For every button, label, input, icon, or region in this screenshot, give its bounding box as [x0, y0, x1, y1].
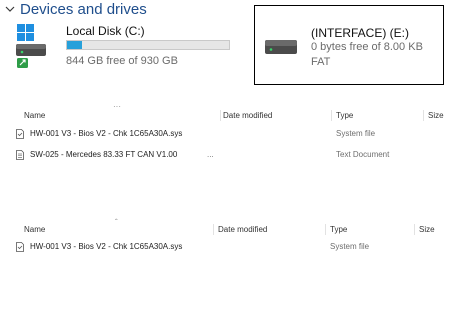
- column-header-name[interactable]: Name: [24, 111, 45, 120]
- file-name: HW-001 V3 - Bios V2 - Chk 1C65A30A.sys: [30, 242, 183, 251]
- file-name: HW-001 V3 - Bios V2 - Chk 1C65A30A.sys: [30, 129, 183, 138]
- drive-icon: [265, 40, 297, 54]
- drive-e-name: (INTERFACE) (E:): [311, 26, 409, 40]
- devices-and-drives-header[interactable]: Devices and drives: [4, 0, 147, 18]
- table-row[interactable]: HW-001 V3 - Bios V2 - Chk 1C65A30A.sys S…: [16, 241, 446, 253]
- chevron-down-icon: [5, 6, 15, 12]
- column-header-size[interactable]: Size: [419, 225, 435, 234]
- column-header-type[interactable]: Type: [336, 111, 353, 120]
- table-row[interactable]: HW-001 V3 - Bios V2 - Chk 1C65A30A.sys S…: [16, 128, 446, 140]
- drive-tile-c[interactable]: Local Disk (C:) 844 GB free of 930 GB: [16, 24, 246, 74]
- column-divider[interactable]: [220, 110, 221, 121]
- drive-c-usage-fill: [67, 41, 82, 49]
- column-header-type[interactable]: Type: [330, 225, 347, 234]
- sort-indicator: ···: [113, 102, 121, 111]
- drive-e-filesystem: FAT: [311, 56, 331, 68]
- column-divider[interactable]: [325, 224, 326, 235]
- column-header-size[interactable]: Size: [428, 111, 444, 120]
- drive-c-free-space: 844 GB free of 930 GB: [66, 55, 178, 67]
- windows-drive-icon: [16, 24, 46, 68]
- file-date-modified: ...: [207, 150, 214, 159]
- column-divider[interactable]: [213, 224, 214, 235]
- drive-c-usage-bar: [66, 40, 230, 50]
- column-divider[interactable]: [414, 224, 415, 235]
- system-file-icon: [16, 242, 24, 252]
- column-header-name[interactable]: Name: [24, 225, 45, 234]
- table-row[interactable]: SW-025 - Mercedes 83.33 FT CAN V1.00 ...…: [16, 149, 446, 161]
- column-header-date-modified[interactable]: Date modified: [223, 111, 272, 120]
- section-title: Devices and drives: [20, 0, 147, 18]
- system-file-icon: [16, 129, 24, 139]
- column-divider[interactable]: [331, 110, 332, 121]
- drive-e-free-space: 0 bytes free of 8.00 KB: [311, 41, 423, 53]
- file-type: System file: [330, 242, 370, 251]
- column-header-date-modified[interactable]: Date modified: [218, 225, 267, 234]
- text-document-icon: [16, 150, 24, 160]
- drive-c-name: Local Disk (C:): [66, 24, 145, 38]
- file-name: SW-025 - Mercedes 83.33 FT CAN V1.00: [30, 150, 178, 159]
- file-type: Text Document: [336, 150, 390, 159]
- sort-up-indicator: ˆ: [115, 218, 118, 227]
- file-type: System file: [336, 129, 376, 138]
- column-divider[interactable]: [423, 110, 424, 121]
- drive-tile-e[interactable]: (INTERFACE) (E:) 0 bytes free of 8.00 KB…: [254, 5, 444, 85]
